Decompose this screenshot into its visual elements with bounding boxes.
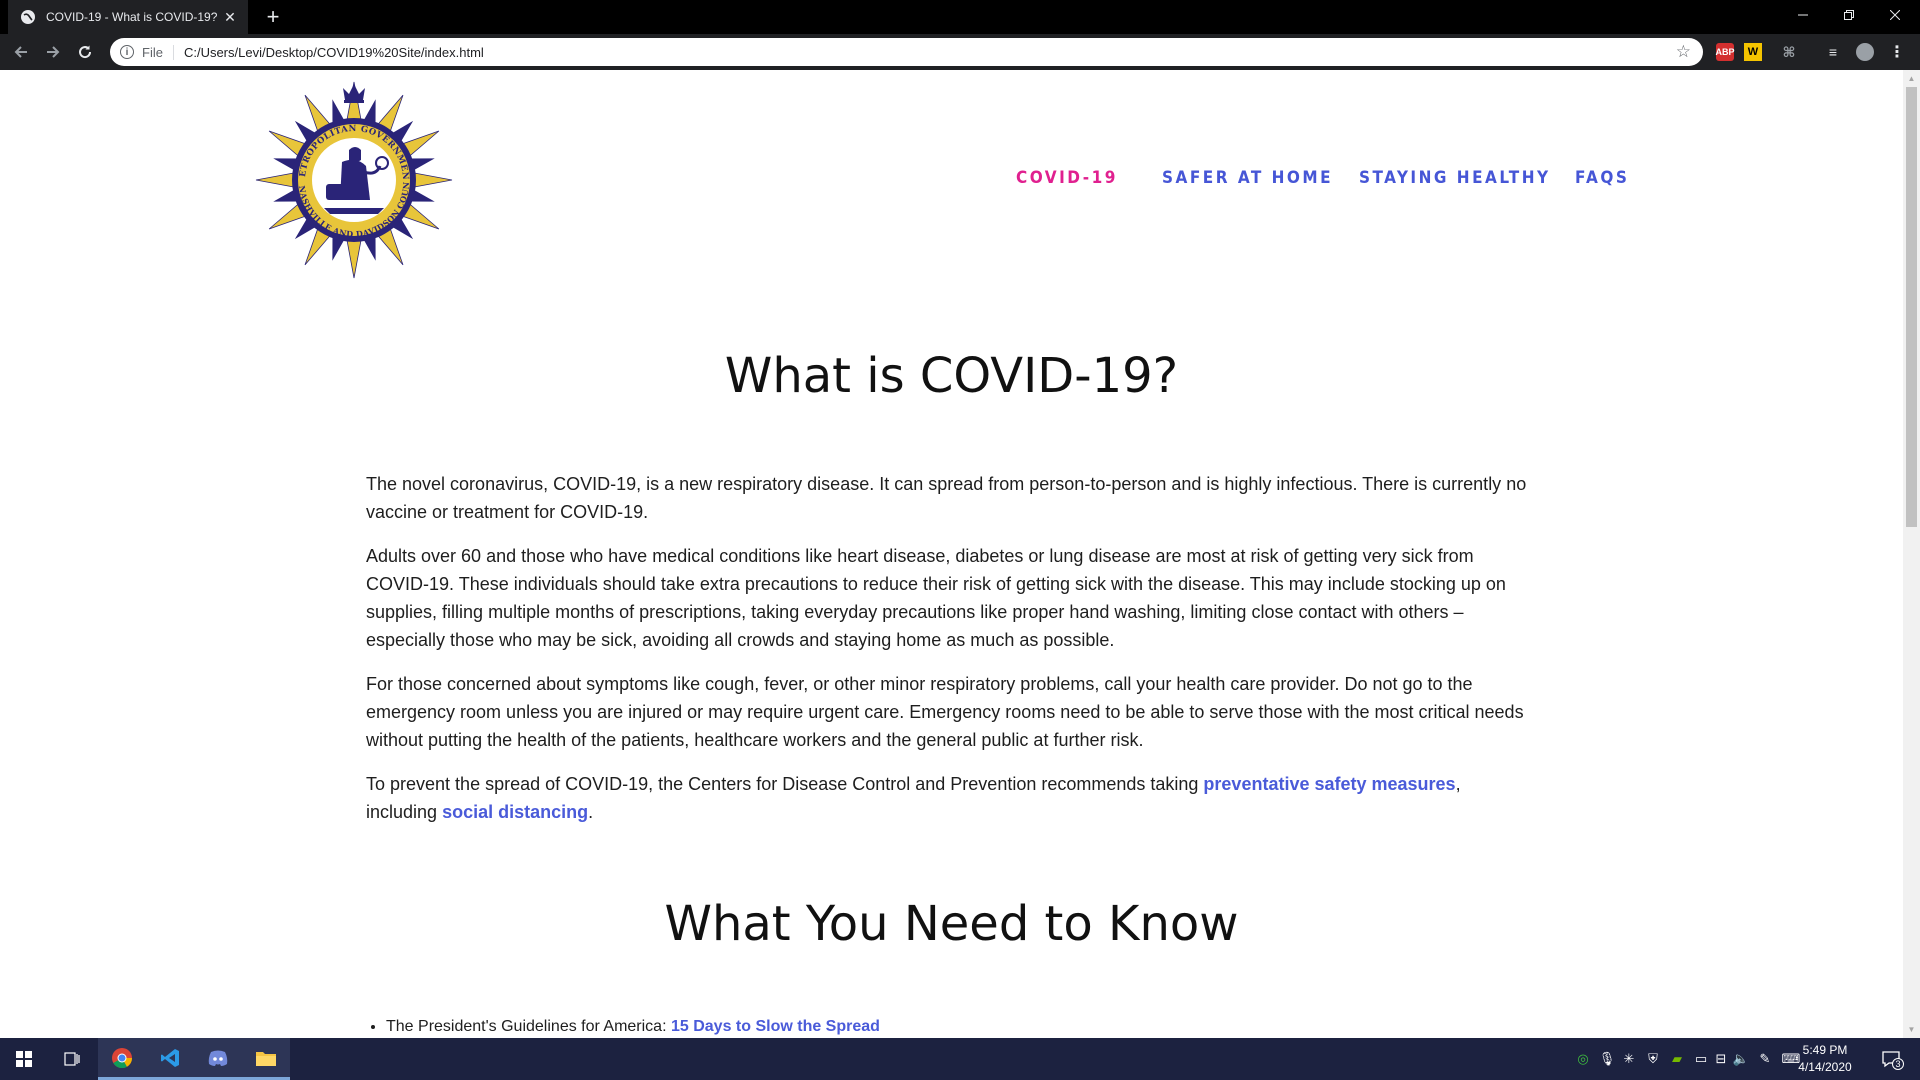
taskbar-clock[interactable]: 5:49 PM 4/14/2020	[1786, 1042, 1864, 1076]
paragraph: Adults over 60 and those who have medica…	[366, 546, 1506, 650]
seal-ray	[411, 172, 453, 188]
windows-taskbar: ◎ 🎙 ✳ ⛨ ▰ ▭ ⊟ 🔈 ✎ ⌨ 5:49 PM 4/14/2020 3	[0, 1038, 1920, 1080]
clock-time: 5:49 PM	[1802, 1043, 1848, 1057]
address-scheme: File	[142, 44, 174, 60]
intro-content: The novel coronavirus, COVID-19, is a ne…	[366, 470, 1536, 842]
bookmark-star-icon[interactable]: ☆	[1676, 42, 1691, 62]
address-url[interactable]: C:/Users/Levi/Desktop/COVID19%20Site/ind…	[184, 45, 1676, 60]
close-window-icon[interactable]	[1872, 0, 1918, 30]
tab-close-icon[interactable]: ✕	[222, 9, 238, 26]
reload-icon[interactable]	[74, 41, 96, 63]
abp-icon[interactable]: ABP	[1716, 43, 1735, 61]
slow-the-spread-link[interactable]: 15 Days to Slow the Spread	[671, 1018, 880, 1035]
nav-link-staying-healthy[interactable]: STAYING HEALTHY	[1359, 168, 1551, 188]
page-title: What is COVID-19?	[724, 348, 1179, 404]
social-distancing-link[interactable]: social distancing	[442, 802, 588, 822]
seal-ray	[346, 237, 362, 279]
globe-icon	[21, 10, 35, 24]
preventative-safety-measures-link[interactable]: preventative safety measures	[1203, 774, 1455, 794]
pdf-icon[interactable]: ⌘	[1780, 43, 1798, 61]
nvidia-icon[interactable]: ▰	[1668, 1050, 1686, 1068]
microphone-icon[interactable]: 🎙	[1598, 1050, 1616, 1068]
task-view-icon[interactable]	[48, 1038, 96, 1080]
info-icon[interactable]: i	[120, 45, 134, 59]
cdc-text-1: To prevent the spread of COVID-19, the C…	[366, 774, 1204, 794]
nav-link-faqs[interactable]: FAQS	[1575, 168, 1629, 188]
browser-tab-bar: COVID-19 - What is COVID-19? ✕ +	[0, 0, 1920, 34]
notification-count: 3	[1892, 1058, 1904, 1070]
profile-avatar-icon[interactable]	[1856, 43, 1874, 61]
discord-icon[interactable]	[194, 1038, 242, 1080]
list-item: The President's Guidelines for America: …	[386, 1018, 880, 1036]
browser-tab[interactable]: COVID-19 - What is COVID-19? ✕	[8, 0, 248, 34]
list-item-text: The President's Guidelines for America:	[386, 1018, 671, 1035]
pen-icon[interactable]: ✎	[1756, 1050, 1774, 1068]
paragraph: For those concerned about symptoms like …	[366, 674, 1524, 750]
vscode-icon[interactable]	[146, 1038, 194, 1080]
back-arrow-icon[interactable]	[10, 41, 32, 63]
nashville-seal-logo[interactable]: METROPOLITAN GOVERNMENT OF NASHVILLE AND…	[254, 80, 454, 280]
nav-link-safer-at-home[interactable]: SAFER AT HOME	[1162, 168, 1333, 188]
notifications-icon[interactable]: 3	[1880, 1048, 1904, 1070]
address-bar[interactable]: i File C:/Users/Levi/Desktop/COVID19%20S…	[110, 38, 1703, 66]
restore-icon[interactable]	[1826, 0, 1872, 30]
scroll-up-arrow-icon[interactable]: ▲	[1903, 70, 1920, 87]
nav-link-covid-19[interactable]: COVID-19	[1016, 168, 1118, 188]
volume-icon[interactable]: 🔈	[1732, 1050, 1750, 1068]
start-icon[interactable]	[0, 1038, 48, 1080]
clock-date: 4/14/2020	[1798, 1060, 1852, 1074]
web-page: METROPOLITAN GOVERNMENT OF NASHVILLE AND…	[0, 70, 1903, 1038]
w-icon[interactable]: W	[1744, 43, 1762, 61]
page-scrollbar[interactable]: ▲ ▼	[1903, 70, 1920, 1038]
forward-arrow-icon[interactable]	[42, 41, 64, 63]
file-explorer-icon[interactable]	[242, 1038, 290, 1080]
browser-toolbar: i File C:/Users/Levi/Desktop/COVID19%20S…	[0, 34, 1920, 70]
media-icon[interactable]: ≡	[1824, 43, 1842, 61]
tray-gear-icon[interactable]: ✳	[1620, 1050, 1638, 1068]
seal-ray	[255, 172, 297, 188]
scroll-thumb[interactable]	[1906, 87, 1917, 527]
chrome-icon[interactable]	[98, 1038, 146, 1080]
menu-dots-icon[interactable]: ⋮	[1888, 43, 1906, 61]
battery-icon[interactable]: ▭	[1692, 1050, 1710, 1068]
scroll-down-arrow-icon[interactable]: ▼	[1903, 1021, 1920, 1038]
guidelines-list: The President's Guidelines for America: …	[386, 1018, 880, 1036]
network-icon[interactable]: ⊟	[1712, 1050, 1730, 1068]
tray-status-icon[interactable]: ◎	[1574, 1050, 1592, 1068]
cdc-text-3: .	[588, 802, 594, 822]
shield-icon[interactable]: ⛨	[1644, 1050, 1662, 1068]
new-tab-button[interactable]: +	[262, 6, 284, 28]
section-heading-what-you-need-to-know: What You Need to Know	[664, 896, 1239, 952]
minimize-icon[interactable]	[1780, 0, 1826, 30]
tab-title: COVID-19 - What is COVID-19?	[46, 10, 218, 24]
paragraph: The novel coronavirus, COVID-19, is a ne…	[366, 474, 1527, 522]
cdc-paragraph: To prevent the spread of COVID-19, the C…	[366, 770, 1536, 826]
